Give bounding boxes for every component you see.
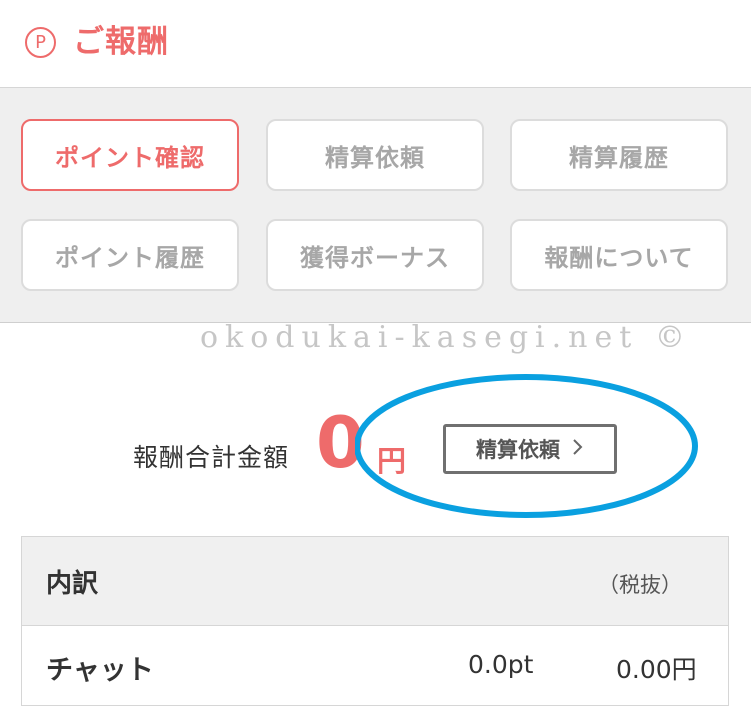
- menu-settlement-request-button[interactable]: 精算依頼: [266, 119, 484, 191]
- row-label-chat: チャット: [46, 655, 154, 686]
- table-row: チャット 0.0pt 0.00円: [22, 626, 728, 706]
- page-header: P ご報酬: [0, 0, 751, 88]
- total-reward-label: 報酬合計金額: [133, 443, 290, 472]
- tax-excluded-note: （税抜）: [598, 573, 682, 597]
- watermark: okodukai-kasegi.net ©: [200, 320, 692, 355]
- row-yen: 0.00円: [616, 655, 697, 684]
- page-title: ご報酬: [73, 24, 169, 60]
- point-icon: P: [25, 27, 56, 58]
- row-points: 0.0pt: [468, 650, 534, 679]
- breakdown-table: 内訳 （税抜） チャット 0.0pt 0.00円: [21, 536, 729, 706]
- breakdown-title: 内訳: [46, 569, 99, 599]
- breakdown-header: 内訳 （税抜）: [22, 537, 728, 626]
- menu-point-history-button[interactable]: ポイント履歴: [21, 219, 239, 291]
- menu-about-rewards-button[interactable]: 報酬について: [510, 219, 728, 291]
- reward-menu: ポイント確認 精算依頼 精算履歴 ポイント履歴 獲得ボーナス 報酬について: [0, 88, 751, 323]
- menu-settlement-history-button[interactable]: 精算履歴: [510, 119, 728, 191]
- highlight-annotation-ellipse: [355, 374, 698, 518]
- menu-point-check-button[interactable]: ポイント確認: [21, 119, 239, 191]
- menu-bonus-button[interactable]: 獲得ボーナス: [266, 219, 484, 291]
